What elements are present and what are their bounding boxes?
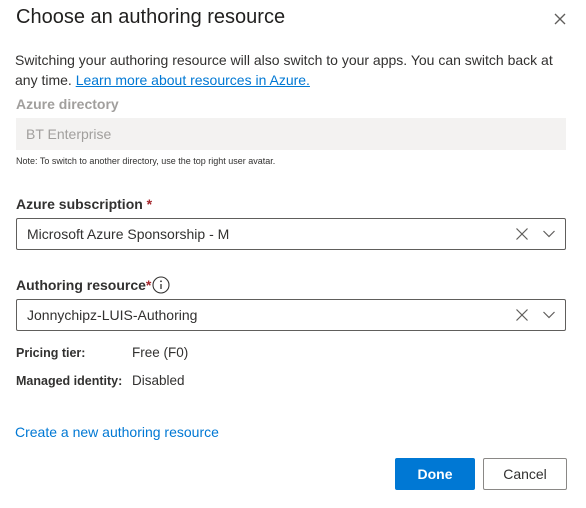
done-button[interactable]: Done xyxy=(395,458,475,490)
close-icon[interactable] xyxy=(549,8,571,30)
clear-authoring-resource-icon[interactable] xyxy=(516,309,528,321)
azure-directory-field: BT Enterprise xyxy=(16,118,566,150)
azure-subscription-label-text: Azure subscription xyxy=(16,196,143,212)
azure-subscription-label: Azure subscription * xyxy=(16,196,152,212)
intro-paragraph: Switching your authoring resource will a… xyxy=(15,50,570,90)
authoring-resource-label-text: Authoring resource xyxy=(16,277,146,293)
required-marker: * xyxy=(145,277,152,293)
learn-more-link[interactable]: Learn more about resources in Azure. xyxy=(76,72,310,88)
azure-subscription-dropdown[interactable]: Microsoft Azure Sponsorship - M xyxy=(16,218,566,250)
pricing-tier-label: Pricing tier: xyxy=(16,346,86,360)
managed-identity-label: Managed identity: xyxy=(16,374,123,388)
pricing-tier-value: Free (F0) xyxy=(132,345,189,360)
chevron-down-icon[interactable] xyxy=(543,310,555,320)
azure-directory-label: Azure directory xyxy=(16,96,119,112)
authoring-resource-label: Authoring resource* xyxy=(16,277,151,293)
directory-note: Note: To switch to another directory, us… xyxy=(16,156,276,166)
clear-subscription-icon[interactable] xyxy=(516,228,528,240)
authoring-resource-dropdown[interactable]: Jonnychipz-LUIS-Authoring xyxy=(16,299,566,331)
info-icon[interactable] xyxy=(152,276,170,294)
azure-subscription-value: Microsoft Azure Sponsorship - M xyxy=(27,226,230,242)
cancel-button[interactable]: Cancel xyxy=(483,458,567,490)
chevron-down-icon[interactable] xyxy=(543,229,555,239)
dialog-title: Choose an authoring resource xyxy=(16,6,286,28)
managed-identity-value: Disabled xyxy=(132,373,185,388)
required-marker: * xyxy=(142,196,153,212)
create-new-resource-link[interactable]: Create a new authoring resource xyxy=(15,424,219,440)
authoring-resource-value: Jonnychipz-LUIS-Authoring xyxy=(27,307,198,323)
